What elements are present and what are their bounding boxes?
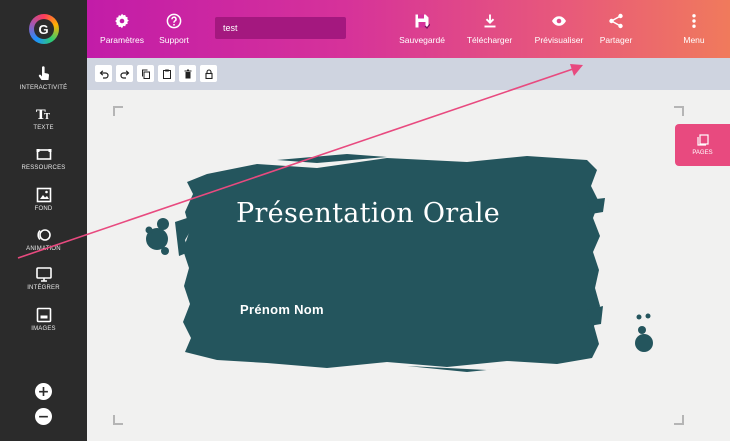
- menu-label: Menu: [683, 35, 705, 45]
- preview-button[interactable]: Prévisualiser: [529, 0, 589, 58]
- slide-subtitle-text[interactable]: Prénom Nom: [240, 302, 324, 317]
- embed-icon: [35, 267, 52, 282]
- app-logo[interactable]: G: [0, 0, 87, 58]
- undo-icon: [99, 69, 109, 79]
- trash-icon: [184, 69, 191, 78]
- sidebar-item-label: INTÉGRER: [27, 285, 60, 291]
- eye-icon: [552, 16, 566, 26]
- sidebar-item-label: TEXTE: [33, 125, 54, 131]
- paste-icon: [162, 69, 171, 79]
- text-icon: TT: [36, 108, 50, 122]
- svg-text:T: T: [44, 111, 50, 121]
- menu-button[interactable]: Menu: [674, 0, 714, 58]
- redo-button[interactable]: [116, 65, 133, 82]
- hand-pointer-icon: [38, 66, 49, 80]
- support-label: Support: [159, 35, 189, 45]
- genially-logo-icon: G: [28, 14, 59, 44]
- share-label: Partager: [599, 35, 633, 45]
- download-icon: [484, 14, 495, 28]
- pages-label: PAGES: [692, 150, 713, 156]
- sidebar-item-images[interactable]: IMAGES: [0, 307, 87, 343]
- brush-stroke-shape[interactable]: [87, 90, 730, 441]
- sidebar-item-label: IMAGES: [31, 326, 56, 332]
- lock-button[interactable]: [200, 65, 217, 82]
- top-bar: Paramètres Support Sauvegardé Télécharge…: [87, 0, 730, 58]
- more-vertical-icon: [692, 14, 696, 28]
- sidebar-item-label: FOND: [34, 206, 53, 212]
- sidebar-item-label: INTERACTIVITÉ: [19, 85, 68, 91]
- delete-button[interactable]: [179, 65, 196, 82]
- share-button[interactable]: Partager: [592, 0, 640, 58]
- save-button[interactable]: Sauvegardé: [392, 0, 452, 58]
- save-icon: [415, 14, 430, 29]
- project-title-input[interactable]: [215, 17, 346, 39]
- settings-button[interactable]: Paramètres: [97, 0, 147, 58]
- download-button[interactable]: Télécharger: [462, 0, 517, 58]
- zoom-out-button[interactable]: −: [35, 408, 52, 425]
- slide-canvas[interactable]: Présentation Orale Prénom Nom: [87, 90, 730, 441]
- animation-icon: [36, 229, 51, 241]
- sidebar-item-label: RESSOURCES: [21, 165, 66, 171]
- undo-button[interactable]: [95, 65, 112, 82]
- redo-icon: [119, 69, 129, 79]
- download-label: Télécharger: [466, 35, 513, 45]
- help-circle-icon: [166, 13, 182, 29]
- pages-panel-tab[interactable]: PAGES: [675, 124, 730, 166]
- copy-button[interactable]: [137, 65, 154, 82]
- share-icon: [609, 13, 623, 29]
- pages-icon: [696, 134, 709, 146]
- resources-icon: [36, 149, 51, 160]
- settings-label: Paramètres: [100, 35, 144, 45]
- slide-title-text[interactable]: Présentation Orale: [236, 198, 500, 229]
- lock-icon: [204, 68, 213, 79]
- sidebar-item-animation[interactable]: ANIMATION: [0, 227, 87, 263]
- background-icon: [36, 187, 51, 203]
- support-button[interactable]: Support: [154, 0, 194, 58]
- sidebar-item-fond[interactable]: FOND: [0, 187, 87, 223]
- sidebar-item-ressources[interactable]: RESSOURCES: [0, 146, 87, 182]
- image-icon: [36, 307, 51, 323]
- paste-button[interactable]: [158, 65, 175, 82]
- sidebar-item-label: ANIMATION: [26, 246, 61, 252]
- save-label: Sauvegardé: [399, 35, 445, 45]
- sidebar-item-interactivite[interactable]: INTERACTIVITÉ: [0, 66, 87, 102]
- sidebar-item-integrer[interactable]: INTÉGRER: [0, 266, 87, 302]
- zoom-in-button[interactable]: +: [35, 383, 52, 400]
- edit-toolbar: [87, 58, 730, 90]
- preview-label: Prévisualiser: [534, 35, 584, 45]
- copy-icon: [141, 69, 150, 79]
- gear-icon: [115, 13, 129, 29]
- left-sidebar: G INTERACTIVITÉ TT TEXTE RESSOURCES FOND…: [0, 0, 87, 441]
- sidebar-item-texte[interactable]: TT TEXTE: [0, 106, 87, 142]
